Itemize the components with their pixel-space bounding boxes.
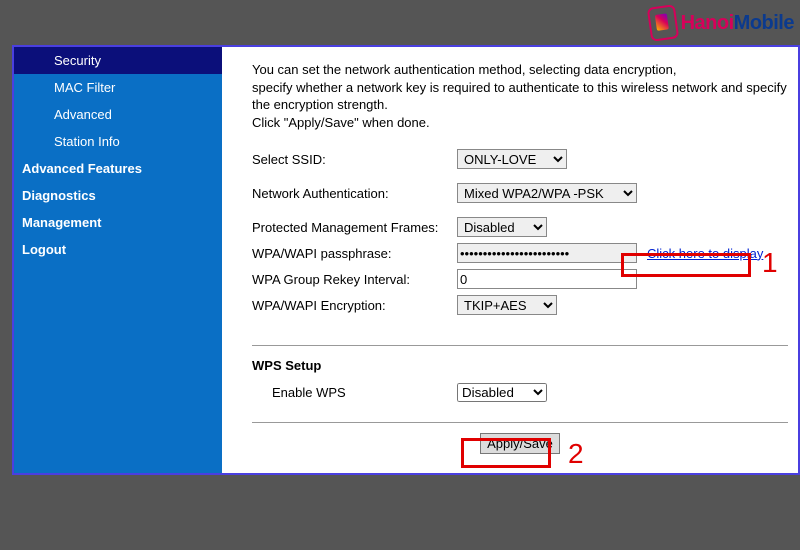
apply-save-button[interactable]: Apply/Save	[480, 433, 560, 454]
ssid-select[interactable]: ONLY-LOVE	[457, 149, 567, 169]
sidebar-item-label: Logout	[22, 242, 66, 257]
sidebar-item-logout[interactable]: Logout	[14, 236, 222, 263]
display-passphrase-link[interactable]: Click here to display	[647, 246, 763, 261]
sidebar-item-management[interactable]: Management	[14, 209, 222, 236]
sidebar: Security MAC Filter Advanced Station Inf…	[14, 47, 222, 473]
sidebar-item-mac-filter[interactable]: MAC Filter	[14, 74, 222, 101]
sidebar-item-label: Security	[54, 53, 101, 68]
divider	[252, 422, 788, 423]
divider	[252, 345, 788, 346]
watermark-logo-icon	[646, 4, 678, 42]
rekey-input[interactable]	[457, 269, 637, 289]
sidebar-item-label: Advanced Features	[22, 161, 142, 176]
sidebar-item-label: Management	[22, 215, 101, 230]
sidebar-item-security[interactable]: Security	[14, 47, 222, 74]
app-frame: Security MAC Filter Advanced Station Inf…	[12, 45, 800, 475]
pmf-label: Protected Management Frames:	[252, 220, 457, 235]
sidebar-item-label: Diagnostics	[22, 188, 96, 203]
wps-enable-label: Enable WPS	[252, 385, 457, 400]
sidebar-item-diagnostics[interactable]: Diagnostics	[14, 182, 222, 209]
auth-select[interactable]: Mixed WPA2/WPA -PSK	[457, 183, 637, 203]
sidebar-item-label: Station Info	[54, 134, 120, 149]
sidebar-item-advanced[interactable]: Advanced	[14, 101, 222, 128]
sidebar-item-label: MAC Filter	[54, 80, 115, 95]
security-form: Select SSID: ONLY-LOVE Network Authentic…	[252, 149, 788, 315]
sidebar-item-label: Advanced	[54, 107, 112, 122]
content-panel: You can set the network authentication m…	[222, 47, 798, 473]
description-text: You can set the network authentication m…	[252, 61, 788, 131]
watermark-text: HanoiMobile	[681, 12, 794, 35]
sidebar-item-advanced-features[interactable]: Advanced Features	[14, 155, 222, 182]
auth-label: Network Authentication:	[252, 186, 457, 201]
watermark: HanoiMobile	[649, 6, 794, 40]
rekey-label: WPA Group Rekey Interval:	[252, 272, 457, 287]
sidebar-item-station-info[interactable]: Station Info	[14, 128, 222, 155]
passphrase-label: WPA/WAPI passphrase:	[252, 246, 457, 261]
wps-setup-heading: WPS Setup	[252, 358, 788, 373]
wps-enable-select[interactable]: Disabled	[457, 383, 547, 402]
encryption-label: WPA/WAPI Encryption:	[252, 298, 457, 313]
passphrase-input[interactable]	[457, 243, 637, 263]
pmf-select[interactable]: Disabled	[457, 217, 547, 237]
ssid-label: Select SSID:	[252, 152, 457, 167]
encryption-select[interactable]: TKIP+AES	[457, 295, 557, 315]
